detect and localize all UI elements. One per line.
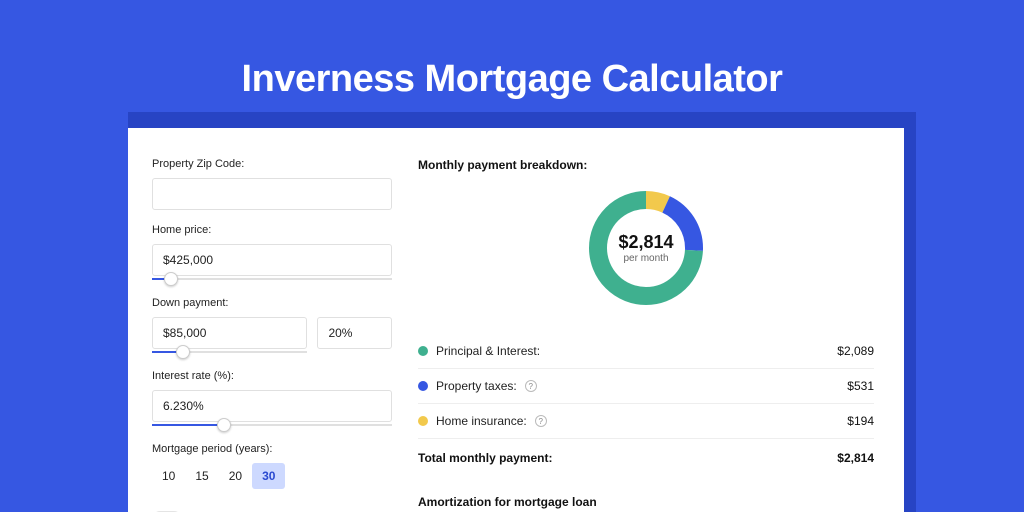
- total-label: Total monthly payment:: [418, 451, 552, 465]
- total-value: $2,814: [837, 451, 874, 465]
- info-icon[interactable]: ?: [525, 380, 537, 392]
- legend-dot-icon: [418, 346, 428, 356]
- breakdown-item-label: Principal & Interest:: [436, 344, 540, 358]
- down-payment-pct-input[interactable]: [317, 317, 392, 349]
- legend-dot-icon: [418, 381, 428, 391]
- period-option-10[interactable]: 10: [152, 463, 185, 489]
- amortization-title: Amortization for mortgage loan: [418, 495, 874, 512]
- total-row: Total monthly payment: $2,814: [418, 439, 874, 477]
- down-payment-label: Down payment:: [152, 297, 398, 309]
- home-price-label: Home price:: [152, 224, 398, 236]
- payment-donut-chart: $2,814 per month: [582, 184, 710, 312]
- period-option-20[interactable]: 20: [219, 463, 252, 489]
- amortization-section: Amortization for mortgage loan Amortizat…: [418, 495, 874, 512]
- breakdown-row: Property taxes:? $531: [418, 369, 874, 404]
- donut-center: $2,814 per month: [582, 184, 710, 312]
- interest-rate-slider[interactable]: [152, 421, 392, 429]
- home-price-field: Home price:: [152, 224, 398, 283]
- breakdown-item-value: $2,089: [837, 344, 874, 358]
- interest-rate-input[interactable]: [152, 390, 392, 422]
- breakdown-row: Home insurance:? $194: [418, 404, 874, 439]
- zip-label: Property Zip Code:: [152, 158, 398, 170]
- down-payment-amount-input[interactable]: [152, 317, 307, 349]
- breakdown-title: Monthly payment breakdown:: [418, 158, 874, 172]
- home-price-slider[interactable]: [152, 275, 392, 283]
- breakdown-row: Principal & Interest: $2,089: [418, 334, 874, 369]
- interest-rate-field: Interest rate (%):: [152, 370, 398, 429]
- period-field: Mortgage period (years): 10152030: [152, 443, 398, 489]
- period-options: 10152030: [152, 463, 398, 489]
- stage: Inverness Mortgage Calculator Property Z…: [0, 0, 1024, 512]
- donut-wrap: $2,814 per month: [418, 184, 874, 312]
- period-option-15[interactable]: 15: [185, 463, 218, 489]
- period-label: Mortgage period (years):: [152, 443, 398, 455]
- down-payment-slider[interactable]: [152, 348, 307, 356]
- breakdown-item-value: $531: [847, 379, 874, 393]
- down-payment-slider-thumb[interactable]: [176, 345, 190, 359]
- breakdown-item-label: Property taxes:: [436, 379, 517, 393]
- breakdown-rows: Principal & Interest: $2,089 Property taxe…: [418, 334, 874, 439]
- calculator-card: Property Zip Code: Home price: Down paym…: [128, 128, 904, 512]
- home-price-input[interactable]: [152, 244, 392, 276]
- info-icon[interactable]: ?: [535, 415, 547, 427]
- breakdown-item-label: Home insurance:: [436, 414, 527, 428]
- form-panel: Property Zip Code: Home price: Down paym…: [128, 128, 398, 512]
- zip-input[interactable]: [152, 178, 392, 210]
- zip-field: Property Zip Code:: [152, 158, 398, 210]
- donut-total-value: $2,814: [618, 232, 673, 253]
- interest-rate-slider-thumb[interactable]: [217, 418, 231, 432]
- page-title: Inverness Mortgage Calculator: [0, 0, 1024, 101]
- breakdown-item-value: $194: [847, 414, 874, 428]
- period-option-30[interactable]: 30: [252, 463, 285, 489]
- home-price-slider-thumb[interactable]: [164, 272, 178, 286]
- interest-rate-label: Interest rate (%):: [152, 370, 398, 382]
- legend-dot-icon: [418, 416, 428, 426]
- breakdown-panel: Monthly payment breakdown: $2,814 per mo…: [398, 128, 904, 512]
- donut-total-sub: per month: [623, 253, 668, 264]
- down-payment-field: Down payment:: [152, 297, 398, 356]
